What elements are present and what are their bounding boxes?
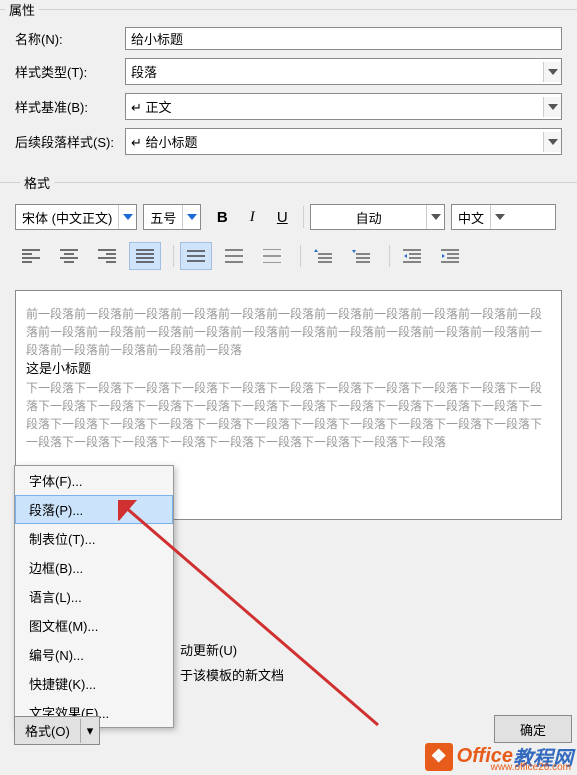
linespace-1-5-button[interactable] bbox=[218, 242, 250, 270]
language-value: 中文 bbox=[452, 208, 490, 227]
space-before-dec-button[interactable] bbox=[345, 242, 377, 270]
align-right-button[interactable] bbox=[91, 242, 123, 270]
separator bbox=[389, 245, 390, 267]
menu-language[interactable]: 语言(L)... bbox=[15, 582, 173, 611]
chevron-down-icon[interactable]: ▾ bbox=[80, 719, 100, 743]
separator bbox=[303, 206, 304, 228]
align-center-button[interactable] bbox=[53, 242, 85, 270]
chevron-down-icon[interactable] bbox=[543, 97, 561, 117]
name-input[interactable] bbox=[125, 27, 562, 50]
align-justify-button[interactable] bbox=[129, 242, 161, 270]
base-combo[interactable]: ↵ 正文 bbox=[125, 93, 562, 120]
type-combo-value: 段落 bbox=[126, 59, 543, 84]
preview-prev-text: 前一段落前一段落前一段落前一段落前一段落前一段落前一段落前一段落前一段落前一段落… bbox=[26, 305, 551, 359]
next-combo-value: ↵ 给小标题 bbox=[126, 129, 543, 154]
ok-button[interactable]: 确定 bbox=[494, 715, 572, 743]
font-size-select[interactable]: 五号 bbox=[143, 204, 201, 230]
ok-button-label: 确定 bbox=[520, 720, 546, 739]
watermark-icon: ❖ bbox=[425, 743, 453, 771]
font-family-select[interactable]: 宋体 (中文正文) bbox=[15, 204, 137, 230]
linespace-2-button[interactable] bbox=[256, 242, 288, 270]
separator bbox=[173, 245, 174, 267]
menu-numbering[interactable]: 编号(N)... bbox=[15, 640, 173, 669]
font-toolbar: 宋体 (中文正文) 五号 B I U 自动 中文 bbox=[15, 204, 562, 230]
type-combo[interactable]: 段落 bbox=[125, 58, 562, 85]
font-color-value: 自动 bbox=[311, 208, 426, 227]
chevron-down-icon[interactable] bbox=[543, 62, 561, 82]
chevron-down-icon[interactable] bbox=[543, 132, 561, 152]
font-color-select[interactable]: 自动 bbox=[310, 204, 445, 230]
format-group: 格式 宋体 (中文正文) 五号 B I U 自动 中文 bbox=[0, 173, 577, 290]
separator bbox=[300, 245, 301, 267]
base-combo-value: ↵ 正文 bbox=[126, 94, 543, 119]
space-before-inc-button[interactable] bbox=[307, 242, 339, 270]
linespace-1-button[interactable] bbox=[180, 242, 212, 270]
indent-dec-button[interactable] bbox=[396, 242, 428, 270]
menu-border[interactable]: 边框(B)... bbox=[15, 553, 173, 582]
font-family-value: 宋体 (中文正文) bbox=[16, 208, 118, 227]
format-legend: 格式 bbox=[20, 173, 54, 192]
preview-next-text: 下一段落下一段落下一段落下一段落下一段落下一段落下一段落下一段落下一段落下一段落… bbox=[26, 379, 551, 451]
font-size-value: 五号 bbox=[144, 208, 182, 227]
menu-font[interactable]: 字体(F)... bbox=[15, 466, 173, 495]
indent-inc-button[interactable] bbox=[434, 242, 466, 270]
align-left-button[interactable] bbox=[15, 242, 47, 270]
paragraph-toolbar bbox=[15, 242, 562, 270]
format-popup-menu: 字体(F)... 段落(P)... 制表位(T)... 边框(B)... 语言(… bbox=[14, 465, 174, 728]
menu-tabs[interactable]: 制表位(T)... bbox=[15, 524, 173, 553]
menu-shortcut[interactable]: 快捷键(K)... bbox=[15, 669, 173, 698]
autoupdate-checkbox-label[interactable]: 动更新(U) bbox=[180, 640, 284, 659]
language-select[interactable]: 中文 bbox=[451, 204, 556, 230]
italic-button[interactable]: I bbox=[237, 204, 267, 230]
next-combo[interactable]: ↵ 给小标题 bbox=[125, 128, 562, 155]
preview-current-text: 这是小标题 bbox=[26, 359, 551, 379]
type-label: 样式类型(T): bbox=[15, 62, 125, 81]
underline-button[interactable]: U bbox=[267, 204, 297, 230]
chevron-down-icon[interactable] bbox=[426, 205, 444, 229]
menu-frame[interactable]: 图文框(M)... bbox=[15, 611, 173, 640]
bold-button[interactable]: B bbox=[207, 204, 237, 230]
menu-paragraph[interactable]: 段落(P)... bbox=[15, 495, 173, 524]
chevron-down-icon[interactable] bbox=[118, 205, 136, 229]
properties-group: 属性 名称(N): 样式类型(T): 段落 样式基准(B): ↵ 正文 后续段落… bbox=[0, 0, 577, 173]
base-label: 样式基准(B): bbox=[15, 97, 125, 116]
properties-legend: 属性 bbox=[5, 0, 39, 19]
name-label: 名称(N): bbox=[15, 29, 125, 48]
format-button-label: 格式(O) bbox=[15, 717, 80, 744]
format-split-button[interactable]: 格式(O) ▾ bbox=[14, 716, 100, 745]
options-area: 动更新(U) 于该模板的新文档 bbox=[180, 640, 284, 690]
chevron-down-icon[interactable] bbox=[182, 205, 200, 229]
watermark-url: www.office26.com bbox=[491, 762, 571, 773]
chevron-down-icon[interactable] bbox=[490, 205, 508, 229]
templatedocs-radio-label[interactable]: 于该模板的新文档 bbox=[180, 665, 284, 684]
next-label: 后续段落样式(S): bbox=[15, 132, 125, 151]
